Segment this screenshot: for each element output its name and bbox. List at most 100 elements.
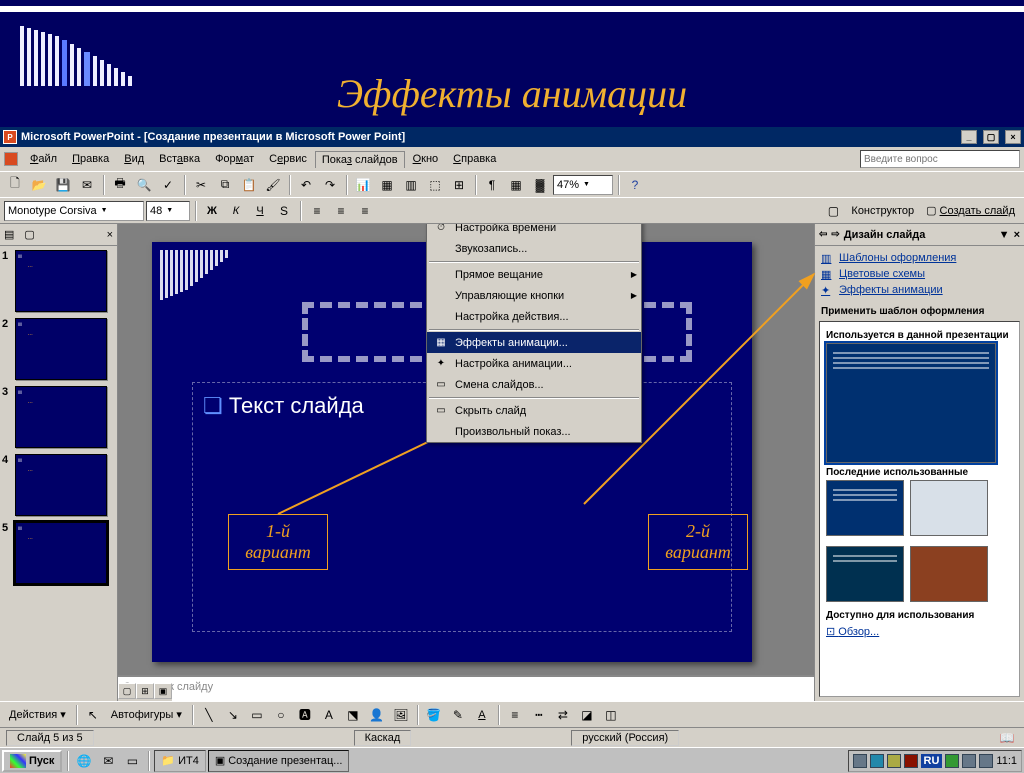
new-slide-button[interactable]: ▢ Создать слайд (921, 202, 1020, 219)
preview-icon[interactable]: 🔍 (133, 174, 155, 196)
color-icon[interactable]: ▓ (529, 174, 551, 196)
slide-design-icon[interactable]: ▢ (822, 200, 844, 222)
slide-thumb-1[interactable]: ||||... (15, 250, 107, 312)
color-schemes-link[interactable]: ▦Цветовые схемы (821, 266, 1018, 282)
menu-item-3[interactable]: Звукозапись... (427, 238, 641, 259)
tables-borders-icon[interactable]: ▥ (400, 174, 422, 196)
spellcheck-icon[interactable]: ✓ (157, 174, 179, 196)
oval-tool-button[interactable]: ○ (270, 704, 292, 726)
tray-icon[interactable] (853, 754, 867, 768)
font-combo[interactable]: Monotype Corsiva▼ (4, 201, 144, 221)
bold-button[interactable]: Ж (201, 200, 223, 222)
taskpane-fwd-button[interactable]: ⇨ (831, 229, 839, 240)
show-formatting-icon[interactable]: ¶ (481, 174, 503, 196)
menu-tools[interactable]: Сервис (262, 150, 314, 168)
align-right-button[interactable]: ≡ (354, 200, 376, 222)
save-icon[interactable]: 💾 (52, 174, 74, 196)
taskbar-app-2[interactable]: ▣ Создание презентац... (208, 750, 350, 772)
dash-style-button[interactable]: ┅ (528, 704, 550, 726)
slide-thumb-4[interactable]: ||||... (15, 454, 107, 516)
tray-icon[interactable] (904, 754, 918, 768)
tray-icon[interactable] (979, 754, 993, 768)
close-panel-button[interactable]: × (107, 229, 113, 241)
italic-button[interactable]: К (225, 200, 247, 222)
tray-icon[interactable] (962, 754, 976, 768)
taskpane-back-button[interactable]: ⇦ (819, 229, 827, 240)
shadow-button[interactable]: S (273, 200, 295, 222)
template-recent-4[interactable] (910, 546, 988, 602)
table-icon[interactable]: ▦ (376, 174, 398, 196)
picture-button[interactable]: 🖼 (390, 704, 412, 726)
template-recent-2[interactable] (910, 480, 988, 536)
copy-icon[interactable]: ⧉ (214, 174, 236, 196)
textbox-tool-button[interactable]: 🅰 (294, 704, 316, 726)
menu-item-5[interactable]: Управляющие кнопки▶ (427, 285, 641, 306)
sorter-view-button[interactable]: ⊞ (136, 683, 154, 699)
taskpane-dropdown-button[interactable]: ▼ (999, 229, 1010, 241)
menu-item-4[interactable]: Прямое вещание▶ (427, 264, 641, 285)
template-recent-3[interactable] (826, 546, 904, 602)
close-button[interactable]: × (1005, 130, 1021, 144)
align-left-button[interactable]: ≡ (306, 200, 328, 222)
maximize-button[interactable]: ▢ (983, 130, 999, 144)
slide-thumb-5[interactable]: ||||... (15, 522, 107, 584)
templates-link[interactable]: ▥Шаблоны оформления (821, 250, 1018, 266)
line-style-button[interactable]: ≡ (504, 704, 526, 726)
outline-tab[interactable]: ▤ (4, 228, 14, 241)
font-color-button[interactable]: A (471, 704, 493, 726)
3d-style-button[interactable]: ◫ (600, 704, 622, 726)
slideshow-view-button[interactable]: ▣ (154, 683, 172, 699)
menu-item-6[interactable]: Настройка действия... (427, 306, 641, 327)
notes-pane[interactable]: Заметки к слайду (118, 675, 814, 701)
rectangle-tool-button[interactable]: ▭ (246, 704, 268, 726)
menu-view[interactable]: Вид (117, 150, 151, 168)
designer-button[interactable]: Конструктор (846, 203, 919, 219)
arrow-style-button[interactable]: ⇄ (552, 704, 574, 726)
animation-effects-link[interactable]: ✦Эффекты анимации (821, 282, 1018, 298)
tray-icon[interactable] (945, 754, 959, 768)
normal-view-button[interactable]: ▢ (118, 683, 136, 699)
taskpane-close-button[interactable]: × (1014, 229, 1020, 241)
menu-edit[interactable]: Правка (65, 150, 116, 168)
menu-item-7[interactable]: ▦Эффекты анимации... (427, 332, 641, 353)
diagram-button[interactable]: ⬔ (342, 704, 364, 726)
mail-icon[interactable]: ✉ (76, 174, 98, 196)
arrow-tool-button[interactable]: ↘ (222, 704, 244, 726)
menu-help[interactable]: Справка (446, 150, 503, 168)
draw-actions-button[interactable]: Действия ▾ (4, 706, 71, 723)
slide-thumb-2[interactable]: ||||... (15, 318, 107, 380)
line-color-button[interactable]: ✎ (447, 704, 469, 726)
menu-item-8[interactable]: ✦Настройка анимации... (427, 353, 641, 374)
zoom-combo[interactable]: 47%▼ (553, 175, 613, 195)
redo-icon[interactable]: ↷ (319, 174, 341, 196)
fill-color-button[interactable]: 🪣 (423, 704, 445, 726)
quicklaunch-1[interactable]: 🌐 (73, 750, 95, 772)
line-tool-button[interactable]: ╲ (198, 704, 220, 726)
format-painter-icon[interactable]: 🖌 (262, 174, 284, 196)
language-indicator[interactable]: RU (921, 754, 943, 768)
menu-item-10[interactable]: ▭Скрыть слайд (427, 400, 641, 421)
menu-format[interactable]: Формат (208, 150, 261, 168)
minimize-button[interactable]: _ (961, 130, 977, 144)
cut-icon[interactable]: ✂ (190, 174, 212, 196)
grid-icon[interactable]: ▦ (505, 174, 527, 196)
select-arrow-button[interactable]: ↖ (82, 704, 104, 726)
menu-item-11[interactable]: Произвольный показ... (427, 421, 641, 442)
template-current[interactable] (826, 343, 996, 463)
align-center-button[interactable]: ≡ (330, 200, 352, 222)
shadow-style-button[interactable]: ◪ (576, 704, 598, 726)
menu-insert[interactable]: Вставка (152, 150, 207, 168)
menu-window[interactable]: Окно (406, 150, 446, 168)
menu-file[interactable]: ФФайлайл (23, 150, 64, 168)
print-icon[interactable]: 🖶 (109, 174, 131, 196)
expand-icon[interactable]: ⊞ (448, 174, 470, 196)
slide-thumb-3[interactable]: ||||... (15, 386, 107, 448)
tray-icon[interactable] (887, 754, 901, 768)
menu-item-9[interactable]: ▭Смена слайдов... (427, 374, 641, 395)
menu-slideshow[interactable]: Показ слайдов (315, 151, 405, 168)
autoshapes-button[interactable]: Автофигуры ▾ (106, 706, 187, 723)
undo-icon[interactable]: ↶ (295, 174, 317, 196)
underline-button[interactable]: Ч (249, 200, 271, 222)
template-recent-1[interactable] (826, 480, 904, 536)
new-icon[interactable]: 🗋 (4, 174, 26, 196)
